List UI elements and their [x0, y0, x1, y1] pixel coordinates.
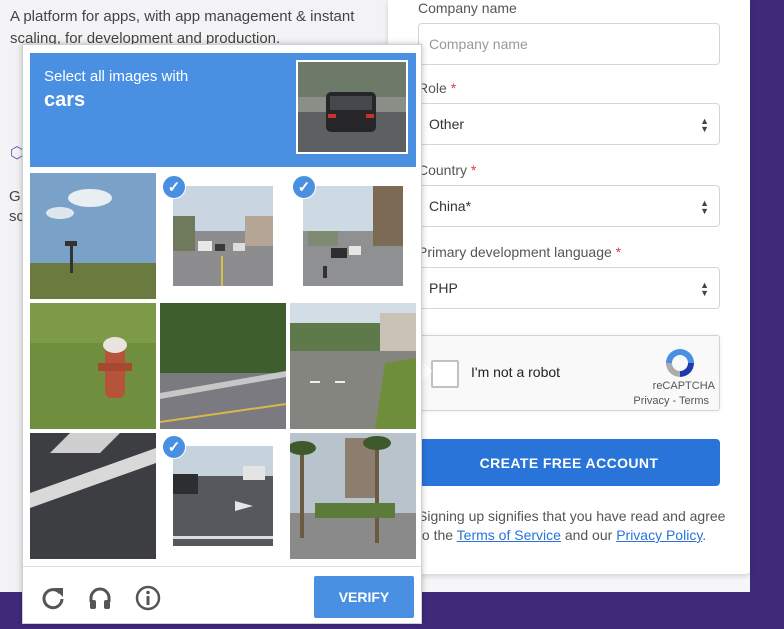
- recaptcha-challenge-popup: Select all images with cars ✓ ✓ ✓ VERIFY: [22, 44, 422, 624]
- recaptcha-links: Privacy - Terms: [633, 395, 709, 407]
- tile-image: [173, 186, 273, 286]
- tile-image: [30, 173, 156, 299]
- challenge-tile[interactable]: [160, 303, 286, 429]
- challenge-target: cars: [44, 89, 86, 111]
- create-account-button[interactable]: CREATE FREE ACCOUNT: [418, 439, 720, 486]
- recaptcha-label: I'm not a robot: [471, 364, 561, 380]
- recaptcha-terms-link[interactable]: Terms: [679, 395, 709, 407]
- privacy-policy-link[interactable]: Privacy Policy: [616, 527, 702, 543]
- tile-image: [160, 303, 286, 429]
- sample-image: [296, 60, 408, 154]
- partial-text: G: [9, 188, 21, 205]
- tile-image: [290, 433, 416, 559]
- tile-image: [290, 303, 416, 429]
- recaptcha-checkbox[interactable]: [431, 360, 459, 388]
- language-label: Primary development language *: [418, 244, 622, 260]
- tile-image: [30, 303, 156, 429]
- role-label: Role *: [418, 80, 457, 96]
- challenge-tile-selected[interactable]: ✓: [290, 173, 416, 299]
- recaptcha-widget: I'm not a robot reCAPTCHA Privacy - Term…: [418, 335, 720, 411]
- popup-pointer: [421, 360, 432, 382]
- country-label: Country *: [418, 162, 477, 178]
- challenge-tile-selected[interactable]: ✓: [160, 173, 286, 299]
- selected-check-icon: ✓: [162, 175, 186, 199]
- challenge-instruction: Select all images with: [44, 68, 189, 85]
- challenge-tile[interactable]: [290, 433, 416, 559]
- country-select[interactable]: China* ▲ ▼: [418, 185, 720, 227]
- selected-check-icon: ✓: [292, 175, 316, 199]
- selected-check-icon: ✓: [162, 435, 186, 459]
- legal-notice: Signing up signifies that you have read …: [418, 508, 726, 543]
- challenge-tile[interactable]: [30, 433, 156, 559]
- challenge-footer: VERIFY: [23, 566, 421, 624]
- brand-background: [750, 0, 784, 592]
- challenge-tile[interactable]: [30, 303, 156, 429]
- reload-icon[interactable]: [40, 585, 66, 611]
- recaptcha-privacy-link[interactable]: Privacy: [633, 395, 669, 407]
- tile-image: [173, 446, 273, 546]
- challenge-tile[interactable]: [290, 303, 416, 429]
- recaptcha-brand: reCAPTCHA: [652, 380, 715, 392]
- audio-icon[interactable]: [87, 585, 113, 611]
- company-label: Company name: [418, 0, 517, 16]
- tile-image: [303, 186, 403, 286]
- select-arrows-icon: ▲ ▼: [700, 280, 709, 298]
- verify-button[interactable]: VERIFY: [314, 576, 414, 618]
- challenge-header: Select all images with cars: [30, 53, 416, 167]
- challenge-tile[interactable]: [30, 173, 156, 299]
- info-icon[interactable]: [135, 585, 161, 611]
- language-select[interactable]: PHP ▲ ▼: [418, 267, 720, 309]
- company-name-input[interactable]: Company name: [418, 23, 720, 65]
- role-select[interactable]: Other ▲ ▼: [418, 103, 720, 145]
- select-arrows-icon: ▲ ▼: [700, 116, 709, 134]
- select-arrows-icon: ▲ ▼: [700, 198, 709, 216]
- terms-of-service-link[interactable]: Terms of Service: [457, 527, 561, 543]
- challenge-tile-selected[interactable]: ✓: [160, 433, 286, 559]
- recaptcha-logo-icon: [666, 349, 694, 377]
- tile-image: [30, 433, 156, 559]
